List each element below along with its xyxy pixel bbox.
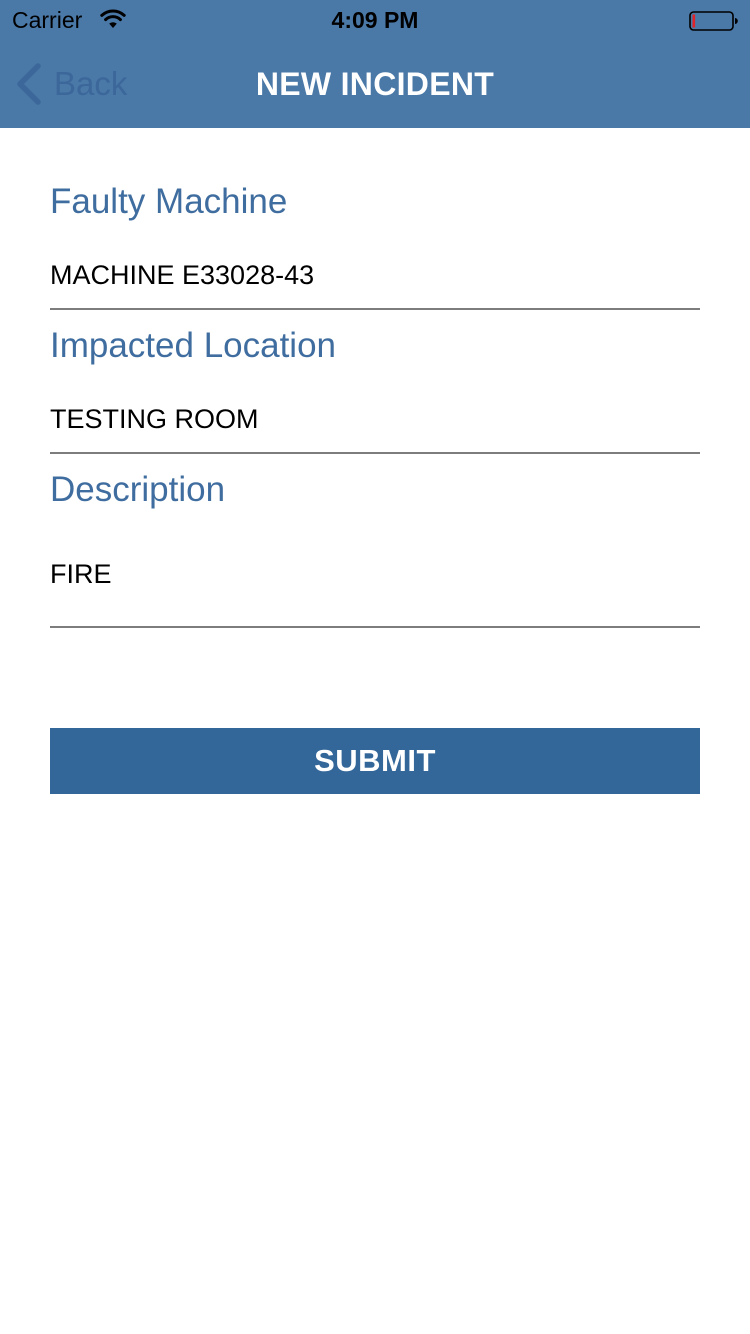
navigation-bar: Back NEW INCIDENT	[0, 40, 750, 128]
faulty-machine-field[interactable]	[50, 256, 700, 310]
impacted-location-label: Impacted Location	[50, 326, 337, 365]
impacted-location-field[interactable]	[50, 400, 700, 454]
status-bar: Carrier 4:09 PM	[0, 0, 750, 40]
new-incident-screen: Carrier 4:09 PM Back NEW INCIDENT Faulty…	[0, 0, 750, 1334]
description-field[interactable]	[50, 552, 700, 628]
battery-icon	[689, 11, 738, 31]
header: Carrier 4:09 PM Back NEW INCIDENT	[0, 0, 750, 128]
page-title: NEW INCIDENT	[255, 66, 495, 102]
faulty-machine-label: Faulty Machine	[50, 182, 288, 221]
submit-button[interactable]: SUBMIT	[50, 728, 700, 794]
description-label: Description	[50, 470, 226, 509]
status-time: 4:09 PM	[331, 7, 419, 33]
